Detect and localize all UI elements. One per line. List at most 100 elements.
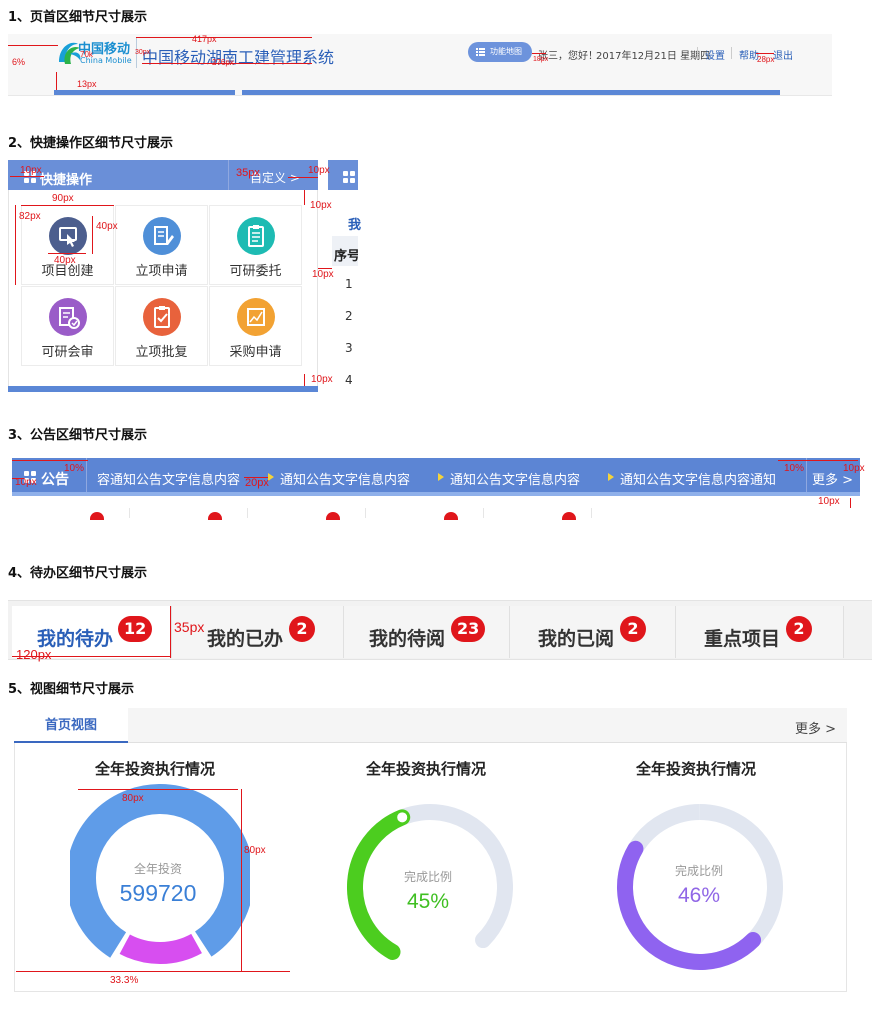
table-tab-fragment: 我 [348,218,362,233]
current-date: 2017年12月21日 星期四 [596,51,711,62]
annotation: 40px [96,221,118,232]
tile-label: 可研委托 [229,264,282,279]
annotation: 20px [245,477,269,489]
badge [444,512,458,520]
annotation: 18px [533,56,549,63]
tile-feasibility-review[interactable]: 可研会审 [21,286,114,366]
tab-label: 重点项目 [704,628,781,650]
logout-link[interactable]: 退出 [773,47,793,62]
table-row: 1 [345,277,353,291]
tab-label: 我的已阅 [538,628,615,650]
donut-slice [119,933,202,964]
badge [562,512,576,520]
section-title-todo: 4、待办区细节尺寸展示 [8,566,148,581]
tile-label: 可研会审 [41,345,94,360]
annotation: 80px [244,845,266,856]
tile-label: 立项批复 [135,345,188,360]
annotation: 80px [122,793,144,804]
settings-link[interactable]: 设置 [705,47,725,62]
donut-value: 599720 [119,880,197,906]
edit-document-icon [143,217,181,255]
section-title-quick: 2、快捷操作区细节尺寸展示 [8,136,174,151]
count-badge: 12 [118,616,153,642]
annotation: 10px [20,165,42,176]
annotation: 6% [12,57,26,67]
quick-actions-title: 快捷操作 [40,173,93,188]
annotation: 70k [80,50,93,59]
tile-project-approval[interactable]: 立项批复 [115,286,208,366]
tile-purchase-apply[interactable]: 采购申请 [209,286,302,366]
annotation: 10px [15,477,37,488]
donut-caption: 完成比例 [403,870,452,884]
annotation: 276px [212,58,234,67]
tab-home-view[interactable]: 首页视图 [14,708,128,743]
annotation: 10px [843,463,865,474]
annotation: 10px [310,200,332,211]
investment-donut-chart [70,784,250,964]
gauge-knob [397,812,408,823]
tile-project-apply[interactable]: 立项申请 [115,205,208,285]
help-link[interactable]: 帮助 [739,47,759,62]
right-column-bar [242,90,780,95]
notice-item[interactable]: 通知公告文字信息内容 [450,469,580,488]
table-row: 2 [345,309,353,323]
left-column-bar [54,90,235,95]
grid-icon [343,171,355,183]
annotation: 10px [311,374,333,385]
donut-value: 45% [406,890,450,913]
annotation: 82px [19,211,41,222]
count-badge: 2 [620,616,646,642]
quick-actions-footer-bar [8,386,318,392]
tile-label: 采购申请 [229,345,282,360]
annotation: 10px [312,269,334,280]
annotation: 33.3% [110,975,139,986]
list-icon [476,48,485,56]
annotation: 35px [174,619,205,635]
review-document-icon [49,298,87,336]
table-row: 3 [345,341,353,355]
tile-feasibility-commission[interactable]: 可研委托 [209,205,302,285]
badge [90,512,104,520]
table-col-header: 序号 [334,249,358,264]
table-row: 4 [345,373,353,387]
hand-pointer-icon [49,217,87,255]
annotation: 10px [818,496,840,507]
notice-item[interactable]: 通知公告文字信息内容通知 [620,469,778,488]
chart-title: 全年投资执行情况 [636,760,757,778]
tab-label: 我的待阅 [369,628,446,650]
annotation: 10% [784,463,805,474]
function-map-button[interactable]: 功能地图 [468,42,532,62]
annotation: 35px [236,167,260,179]
notice-item[interactable]: 容通知公告文字信息内容 [97,469,240,488]
annotation: 90px [52,193,74,204]
annotation: 10% [64,463,85,474]
view-more-link[interactable]: 更多 > [795,718,836,737]
triangle-icon [438,473,444,481]
count-badge: 2 [786,616,812,642]
triangle-icon [608,473,614,481]
annotation: 40px [54,255,76,266]
badge [326,512,340,520]
chart-title: 全年投资执行情况 [366,760,487,778]
section-title-header: 1、页首区细节尺寸展示 [8,10,148,25]
clipboard-icon [237,217,275,255]
badge [208,512,222,520]
approve-clipboard-icon [143,298,181,336]
count-badge: 23 [451,616,486,642]
section-title-notice: 3、公告区细节尺寸展示 [8,428,148,443]
donut-caption: 完成比例 [674,864,723,878]
donut-value: 46% [677,884,721,907]
system-title: 中国移动湖南工建管理系统 [142,48,335,67]
donut-caption: 全年投资 [133,862,182,876]
count-badge: 2 [289,616,315,642]
notice-item[interactable]: 通知公告文字信息内容 [280,469,410,488]
annotation: 28px [757,55,775,64]
section-title-view: 5、视图细节尺寸展示 [8,682,135,697]
chart-icon [237,298,275,336]
annotation: 120px [16,647,52,662]
chart-title: 全年投资执行情况 [95,760,216,778]
tab-label: 我的已办 [207,628,284,650]
tile-label: 立项申请 [135,264,188,279]
annotation: 417px [192,34,217,44]
annotation: 13px [77,79,97,89]
